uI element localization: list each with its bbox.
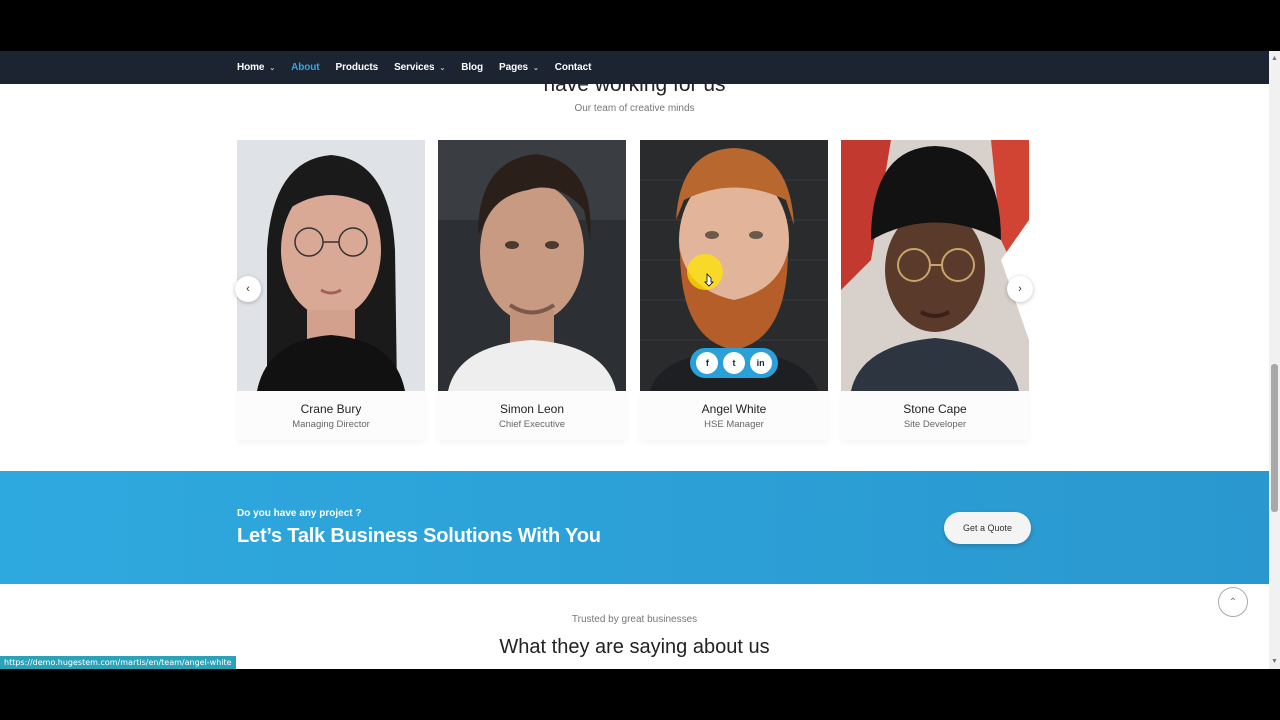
nav-item-label: Blog [461, 62, 484, 73]
nav-item-blog[interactable]: Blog [461, 62, 483, 73]
back-to-top-button[interactable]: ⌃ [1218, 587, 1248, 617]
team-subheading: Our team of creative minds [574, 103, 695, 114]
main-navbar: Home ⌄ About Products Services ⌄ Blog Pa… [0, 51, 1269, 84]
team-card[interactable]: Simon Leon Chief Executive [438, 140, 626, 440]
letterbox-bottom [0, 669, 1280, 720]
team-member-name[interactable]: Stone Cape [841, 402, 1029, 416]
nav-item-home[interactable]: Home ⌄ [237, 62, 275, 73]
slider-next-button[interactable]: › [1007, 276, 1033, 302]
nav-item-label: Home [237, 62, 265, 73]
pointer-cursor-icon [704, 273, 714, 287]
nav-menu: Home ⌄ About Products Services ⌄ Blog Pa… [237, 51, 607, 84]
team-member-role: Chief Executive [498, 419, 565, 430]
scroll-down-arrow-icon[interactable]: ▼ [1269, 656, 1280, 667]
team-member-name[interactable]: Angel White [640, 402, 828, 416]
get-a-quote-button[interactable]: Get a Quote [944, 512, 1031, 544]
nav-item-label: Products [335, 62, 379, 73]
slider-prev-button[interactable]: ‹ [235, 276, 261, 302]
chevron-up-icon: ⌃ [1228, 596, 1238, 608]
nav-item-services[interactable]: Services ⌄ [394, 62, 445, 73]
linkedin-icon[interactable]: in [749, 352, 772, 374]
nav-item-label: Pages [499, 62, 529, 73]
chevron-right-icon: › [1018, 283, 1022, 295]
cta-kicker: Do you have any project ? [237, 508, 362, 519]
nav-item-label: Services [394, 62, 435, 73]
scrollbar-thumb[interactable] [1271, 364, 1278, 512]
team-card[interactable]: f t in Angel White HSE Manager [640, 140, 828, 440]
vertical-scrollbar[interactable]: ▲ ▼ [1269, 51, 1280, 669]
team-member-photo[interactable] [841, 140, 1029, 391]
team-member-photo[interactable] [438, 140, 626, 391]
team-member-role: HSE Manager [704, 419, 764, 430]
chevron-left-icon: ‹ [246, 283, 250, 295]
chevron-down-icon: ⌄ [269, 64, 276, 72]
cta-banner: Do you have any project ? Let’s Talk Bus… [0, 471, 1269, 584]
testimonials-kicker: Trusted by great businesses [571, 614, 698, 625]
chevron-down-icon: ⌄ [439, 64, 446, 72]
cta-title: Let’s Talk Business Solutions With You [237, 525, 601, 547]
team-member-photo[interactable] [237, 140, 425, 391]
chevron-down-icon: ⌄ [533, 64, 539, 72]
facebook-icon[interactable]: f [696, 352, 719, 374]
team-member-role: Site Developer [903, 419, 967, 430]
nav-item-label: Contact [554, 62, 592, 73]
nav-item-pages[interactable]: Pages ⌄ [499, 62, 539, 73]
status-bar-url: https://demo.hugestem.com/martis/en/team… [0, 656, 236, 669]
letterbox-top [0, 0, 1280, 51]
nav-item-about[interactable]: About [291, 62, 319, 73]
nav-item-products[interactable]: Products [336, 62, 379, 73]
team-member-name[interactable]: Crane Bury [237, 402, 425, 416]
team-member-name[interactable]: Simon Leon [438, 402, 626, 416]
team-member-role: Managing Director [292, 419, 370, 430]
team-card[interactable]: Crane Bury Managing Director [237, 140, 425, 440]
social-links: f t in [690, 348, 778, 378]
twitter-icon[interactable]: t [722, 352, 745, 374]
scroll-up-arrow-icon[interactable]: ▲ [1269, 53, 1280, 64]
nav-item-label: About [291, 62, 320, 73]
team-card[interactable]: Stone Cape Site Developer [841, 140, 1029, 440]
nav-item-contact[interactable]: Contact [555, 62, 592, 73]
browser-viewport: Home ⌄ About Products Services ⌄ Blog Pa… [0, 51, 1269, 669]
